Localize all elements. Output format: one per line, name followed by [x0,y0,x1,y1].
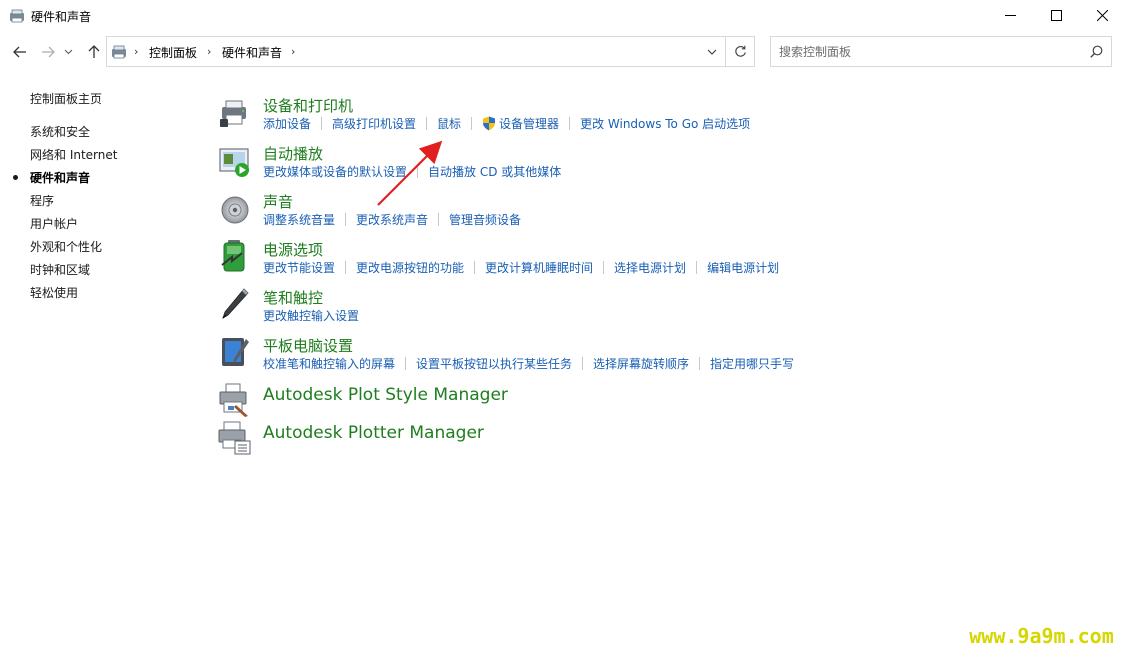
link-divider [345,261,347,274]
arrow-up-icon [88,45,100,58]
link-divider [471,117,473,130]
link-manage-audio-devices[interactable]: 管理音频设备 [449,213,521,227]
plot-style-printer-icon [219,383,248,417]
link-divider [438,213,440,226]
chevron-down-icon [707,49,717,55]
window-title: 硬件和声音 [31,10,92,24]
link-adjust-volume[interactable]: 调整系统音量 [263,213,335,227]
minimize-icon [1004,15,1016,16]
sidebar-item-network[interactable]: 网络和 Internet [30,146,117,163]
back-button[interactable] [9,41,31,63]
sidebar-item-ease-of-access[interactable]: 轻松使用 [30,284,78,301]
devices-printers-icon [220,100,246,127]
link-edit-power-plan[interactable]: 编辑电源计划 [707,261,779,275]
breadcrumb-separator[interactable]: › [134,45,138,58]
control-panel-icon [10,9,24,23]
pen-icon [222,288,249,319]
watermark-text: www.9a9m.com [969,624,1114,648]
recent-locations-button[interactable] [61,41,75,63]
breadcrumb-control-panel[interactable]: 控制面板 [149,44,197,61]
link-divider [474,261,476,274]
category-links: 更改节能设置 更改电源按钮的功能 更改计算机睡眠时间 选择电源计划 编辑电源计划 [263,259,779,276]
sidebar-item-user-accounts[interactable]: 用户帐户 [30,215,78,232]
link-change-sleep-time[interactable]: 更改计算机睡眠时间 [485,261,593,275]
link-tablet-buttons[interactable]: 设置平板按钮以执行某些任务 [416,357,572,371]
link-change-system-sounds[interactable]: 更改系统声音 [356,213,428,227]
autoplay-icon [219,148,249,177]
sidebar-item-appearance[interactable]: 外观和个性化 [30,238,102,255]
category-title[interactable]: 自动播放 [263,143,323,164]
link-divider [321,117,323,130]
breadcrumb-hardware-sound[interactable]: 硬件和声音 [222,44,282,61]
link-advanced-printer-setup[interactable]: 高级打印机设置 [332,117,416,131]
link-change-power-saving[interactable]: 更改节能设置 [263,261,335,275]
link-windows-to-go[interactable]: 更改 Windows To Go 启动选项 [580,117,750,131]
search-input[interactable] [779,43,1079,61]
search-icon[interactable] [1090,45,1103,58]
battery-icon [221,240,245,272]
up-button[interactable] [83,41,105,63]
category-title[interactable]: 笔和触控 [263,287,323,308]
minimize-button[interactable] [987,0,1033,31]
breadcrumb-separator[interactable]: › [207,45,211,58]
link-divider [405,357,407,370]
link-calibrate-screen[interactable]: 校准笔和触控输入的屏幕 [263,357,395,371]
link-divider [603,261,605,274]
speaker-icon [221,196,249,224]
sidebar-item-clock-region[interactable]: 时钟和区域 [30,261,90,278]
category-title[interactable]: Autodesk Plotter Manager [263,423,484,443]
link-mouse[interactable]: 鼠标 [437,117,461,131]
link-device-manager[interactable]: 设备管理器 [499,117,559,131]
plotter-icon [218,421,251,455]
category-title[interactable]: 电源选项 [263,239,323,260]
maximize-button[interactable] [1033,0,1079,31]
sidebar-item-system-security[interactable]: 系统和安全 [30,123,90,140]
link-divider [426,117,428,130]
link-add-device[interactable]: 添加设备 [263,117,311,131]
breadcrumb-separator[interactable]: › [291,45,295,58]
close-button[interactable] [1079,0,1125,31]
arrow-right-icon [42,46,55,58]
category-title[interactable]: 声音 [263,191,293,212]
uac-shield-icon [483,116,496,131]
link-divider [699,357,701,370]
maximize-icon [1050,10,1062,21]
refresh-icon [734,45,746,57]
sidebar-item-home[interactable]: 控制面板主页 [30,90,102,107]
refresh-button[interactable] [725,36,755,67]
address-history-button[interactable] [699,37,725,66]
sidebar-item-hardware-sound[interactable]: 硬件和声音 [30,169,90,186]
sidebar-item-programs[interactable]: 程序 [30,192,54,209]
link-choose-power-plan[interactable]: 选择电源计划 [614,261,686,275]
category-links: 校准笔和触控输入的屏幕 设置平板按钮以执行某些任务 选择屏幕旋转顺序 指定用哪只手写 [263,355,794,372]
link-change-power-buttons[interactable]: 更改电源按钮的功能 [356,261,464,275]
link-handedness[interactable]: 指定用哪只手写 [710,357,794,371]
forward-button[interactable] [37,41,59,63]
category-title[interactable]: 平板电脑设置 [263,335,353,356]
link-screen-rotation[interactable]: 选择屏幕旋转顺序 [593,357,689,371]
tablet-icon [222,338,249,366]
category-links: 更改触控输入设置 [263,307,359,324]
close-icon [1096,10,1108,21]
link-divider [569,117,571,130]
chevron-down-icon [64,49,72,55]
active-bullet [13,175,18,180]
watermark: www.9a9m.com [958,612,1125,660]
category-title[interactable]: Autodesk Plot Style Manager [263,385,508,405]
arrow-left-icon [13,46,26,58]
annotation-arrow-icon [377,140,443,206]
link-divider [582,357,584,370]
address-bar[interactable]: › 控制面板 › 硬件和声音 › [106,36,754,67]
category-links: 添加设备 高级打印机设置 鼠标 设备管理器 更改 Windows To Go 启动选项 [263,115,750,132]
category-title[interactable]: 设备和打印机 [263,95,353,116]
link-divider [696,261,698,274]
search-box[interactable] [770,36,1112,67]
link-change-touch-input[interactable]: 更改触控输入设置 [263,309,359,323]
control-panel-icon [112,45,126,59]
link-divider [345,213,347,226]
category-links: 调整系统音量 更改系统声音 管理音频设备 [263,211,521,228]
title-bar: 硬件和声音 [0,0,1125,32]
